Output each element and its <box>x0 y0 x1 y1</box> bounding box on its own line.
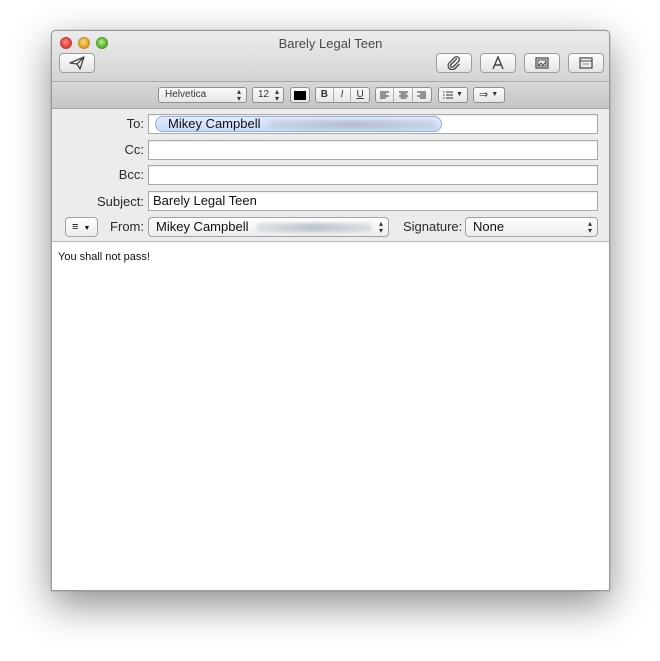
stationery-button[interactable] <box>568 53 604 73</box>
color-swatch <box>294 90 306 100</box>
cc-field[interactable] <box>148 140 598 160</box>
font-size-popup[interactable]: 12 ▴ ▾ <box>252 87 284 103</box>
chevron-down-icon: ▼ <box>83 225 91 232</box>
message-body-text: You shall not pass! <box>58 251 150 263</box>
photo-browser-icon <box>535 57 549 69</box>
message-body-editor[interactable]: You shall not pass! <box>52 243 609 590</box>
from-value: Mikey Campbell <box>156 219 249 234</box>
header-fields-menu-button[interactable]: ≡ ▼ <box>65 217 98 237</box>
chevron-down-icon: ▼ <box>491 91 499 98</box>
bold-button[interactable]: B <box>316 88 334 102</box>
list-style-popup[interactable]: ▼ <box>438 87 468 103</box>
italic-button[interactable]: I <box>334 88 352 102</box>
font-family-value: Helvetica <box>165 89 207 100</box>
align-left-icon <box>380 91 390 99</box>
send-icon <box>69 56 85 70</box>
updown-arrow-icon: ▴ ▾ <box>378 219 383 235</box>
title-bar: Barely Legal Teen <box>52 31 609 82</box>
menu-lines-icon: ≡ <box>72 221 79 233</box>
from-popup[interactable]: Mikey Campbell ▴ ▾ <box>148 217 389 237</box>
bcc-label: Bcc: <box>118 167 144 182</box>
text-style-group: B I U <box>315 87 370 103</box>
redacted-email <box>268 120 437 130</box>
bcc-field[interactable] <box>148 165 598 185</box>
underline-button[interactable]: U <box>351 88 369 102</box>
window-title: Barely Legal Teen <box>278 36 383 51</box>
indent-popup[interactable]: ⇒ ▼ <box>473 87 505 103</box>
fonts-button[interactable] <box>480 53 516 73</box>
alignment-group <box>375 87 432 103</box>
chevron-down-icon: ▼ <box>456 91 463 98</box>
align-left-button[interactable] <box>376 88 395 102</box>
font-size-value: 12 <box>258 89 270 100</box>
stationery-icon <box>579 57 593 69</box>
align-right-icon <box>417 91 427 99</box>
redacted-email <box>256 223 373 233</box>
recipient-name: Mikey Campbell <box>168 116 261 131</box>
updown-arrow-icon: ▴ ▾ <box>587 219 592 235</box>
to-label: To: <box>126 116 144 131</box>
compose-window: Barely Legal Teen Helvetica ▴ ▾ 12 ▴ ▾ B… <box>51 30 610 591</box>
signature-popup[interactable]: None ▴ ▾ <box>465 217 598 237</box>
attach-button[interactable] <box>436 53 472 73</box>
signature-value: None <box>473 219 505 234</box>
to-field[interactable]: Mikey Campbell <box>148 114 598 134</box>
align-right-button[interactable] <box>413 88 431 102</box>
recipient-token[interactable]: Mikey Campbell <box>155 116 442 132</box>
bullet-list-icon <box>443 91 453 99</box>
format-bar: Helvetica ▴ ▾ 12 ▴ ▾ B I U ▼ ⇒ ▼ <box>52 82 609 109</box>
cc-label: Cc: <box>124 142 145 157</box>
font-a-icon <box>492 56 504 70</box>
updown-arrow-icon: ▴ ▾ <box>274 87 279 103</box>
send-button[interactable] <box>59 53 95 73</box>
message-header: To: Mikey Campbell Cc: Bcc: Subject: Bar… <box>52 109 609 242</box>
font-family-popup[interactable]: Helvetica ▴ ▾ <box>158 87 247 103</box>
subject-label: Subject: <box>97 194 144 209</box>
subject-field[interactable]: Barely Legal Teen <box>148 191 598 211</box>
paperclip-icon <box>447 56 460 70</box>
indent-arrow-icon: ⇒ <box>479 89 489 101</box>
align-center-button[interactable] <box>394 88 413 102</box>
photo-browser-button[interactable] <box>524 53 560 73</box>
align-center-icon <box>398 91 408 99</box>
signature-label: Signature: <box>403 219 463 234</box>
from-label: From: <box>110 219 144 234</box>
text-color-button[interactable] <box>290 87 310 103</box>
updown-arrow-icon: ▴ ▾ <box>236 87 241 103</box>
